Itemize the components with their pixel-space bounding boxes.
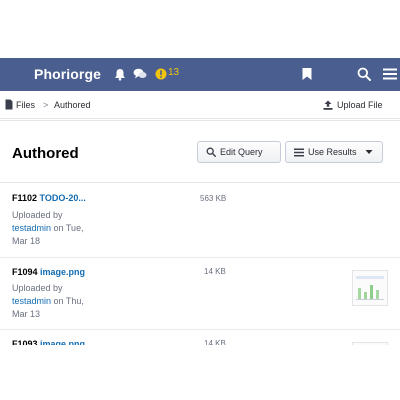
edit-query-button[interactable]: Edit Query: [197, 141, 281, 163]
file-id: F1094: [12, 267, 38, 277]
caret-down-icon: [365, 150, 373, 154]
search-icon[interactable]: [357, 67, 371, 81]
file-list-panel: Authored Edit Query Use Results F1102 TO…: [0, 120, 400, 378]
uploaded-by-label: Uploaded by: [12, 210, 63, 220]
app-screen: Phoriorge 13 Files > Authored Upload Fil…: [0, 0, 400, 400]
upload-icon: [323, 100, 333, 110]
main-content: Authored Edit Query Use Results F1102 TO…: [0, 120, 400, 378]
upload-meta: Uploaded by testadmin on Tue, Mar 18: [12, 209, 84, 248]
file-id-wrap: F1094 image.png: [12, 267, 85, 277]
list-icon: [294, 148, 304, 156]
upload-date-part-2: Mar 13: [12, 309, 41, 319]
search-icon: [206, 147, 216, 157]
warning-circle-icon[interactable]: [155, 68, 167, 80]
upload-date-part-1: on Tue,: [53, 223, 84, 233]
upload-file-label: Upload File: [337, 100, 383, 110]
upload-author-line: testadmin on Thu,: [12, 295, 84, 308]
top-navigation-bar: Phoriorge 13: [0, 58, 400, 91]
file-size: 563 KB: [200, 194, 227, 203]
file-thumbnail[interactable]: [352, 270, 388, 306]
image-preview-icon: [356, 276, 384, 300]
bell-icon[interactable]: [114, 68, 126, 81]
list-item[interactable]: F1102 TODO-20... 563 KB Uploaded by test…: [0, 183, 400, 258]
upload-date-part-1: on Thu,: [53, 296, 84, 306]
upload-date-part-2: Mar 18: [12, 236, 41, 246]
upload-author-line: testadmin on Tue,: [12, 222, 84, 235]
file-size: 14 KB: [204, 267, 226, 276]
author-link[interactable]: testadmin: [12, 223, 51, 233]
upload-meta: Uploaded by testadmin on Thu, Mar 13: [12, 282, 84, 321]
file-id: F1102: [12, 193, 38, 203]
blank-overlay: [0, 345, 400, 400]
breadcrumb: Files > Authored Upload File: [0, 91, 400, 119]
file-name-link[interactable]: TODO-20...: [40, 193, 86, 203]
use-results-label: Use Results: [308, 147, 357, 157]
edit-query-label: Edit Query: [220, 147, 263, 157]
menu-icon[interactable]: [383, 68, 397, 80]
author-link[interactable]: testadmin: [12, 296, 51, 306]
bookmark-icon[interactable]: [301, 67, 313, 81]
brand-name[interactable]: Phoriorge: [34, 66, 101, 82]
use-results-button[interactable]: Use Results: [285, 141, 383, 163]
breadcrumb-separator: >: [43, 100, 49, 110]
upload-file-button[interactable]: Upload File: [323, 99, 383, 111]
breadcrumb-files[interactable]: Files: [16, 100, 35, 110]
file-icon: [5, 99, 13, 110]
chat-bubbles-icon[interactable]: [133, 68, 147, 80]
file-id-wrap: F1102 TODO-20...: [12, 193, 86, 203]
file-name-link[interactable]: image.png: [40, 267, 85, 277]
notification-count[interactable]: 13: [168, 67, 179, 78]
breadcrumb-current: Authored: [54, 100, 91, 110]
page-title: Authored: [12, 145, 79, 162]
uploaded-by-label: Uploaded by: [12, 283, 63, 293]
list-item[interactable]: F1094 image.png 14 KB Uploaded by testad…: [0, 258, 400, 330]
